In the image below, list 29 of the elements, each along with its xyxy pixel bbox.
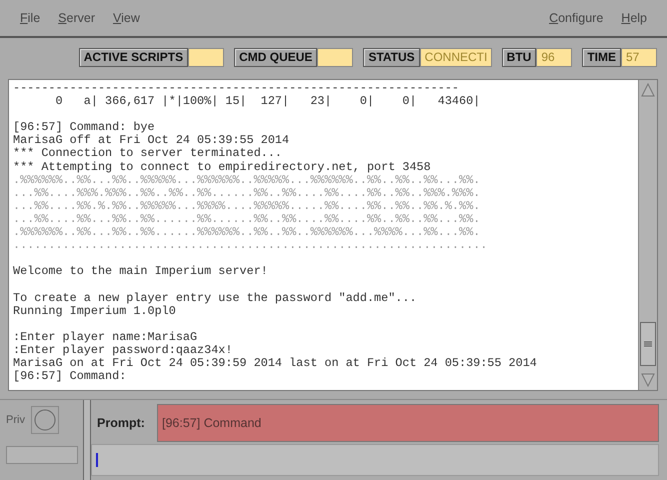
status-value: 96: [536, 48, 572, 66]
scroll-up-icon[interactable]: [640, 82, 656, 98]
status-value: CONNECTI: [420, 48, 492, 66]
status-value: [188, 48, 224, 66]
menu-item[interactable]: View: [110, 11, 142, 25]
prompt-label: Prompt:: [96, 415, 146, 432]
prompt-text: [96:57] Command: [157, 404, 659, 442]
status-value: 57: [621, 48, 657, 66]
command-input[interactable]: [91, 444, 659, 476]
status-value: [317, 48, 354, 66]
terminal-output: --------------------------------------------------------------- 0 a| 366,617 |*|100%| 15| 127| 23| 0| 0| 43460| [96:57] Command: bye MarisaG off at Fri Oct 24 05:39:55 2014 *** Connection to server terminated... *** Attempting to connect to empiredirectory.net, port 3458 .%%%%%%..%%...%%..%%%%%...%%%%%%..%%%%%...%%%%%%..%%..%%..%%...%%. ...%%....%%%.%%%..%%..%%..%%......%%..%%....%%....%%..%%..%%%.%%%. ...%%....%%.%.%%..%%%%%...%%%%....%%%%%.....%%....%%..%%..%%.%.%%. ...%%....%%...%%..%%......%%......%%..%%....%%....%%..%%..%%...%%. .%%%%%%..%%...%%..%%......%%%%%%..%%..%%..%%%%%%...%%%%...%%...%%. ................................................................... Welcome to the main Imperium server! To create a new player entry use the password "add.me"... Running Imperium 1.0pl0 :Enter player name:MarisaG :Enter player password:qaaz34x! MarisaG on at Fri Oct 24 05:39:59 2014 last on at Fri Oct 24 05:39:55 2014 [96:57] Command:: [9, 80, 638, 390]
priv-button[interactable]: [30, 406, 59, 434]
priv-label: Priv: [6, 414, 25, 426]
status-label: ACTIVE SCRIPTS: [78, 48, 188, 66]
status-label: STATUS: [363, 48, 420, 66]
text-caret: [96, 453, 98, 467]
menu-item[interactable]: Server: [56, 11, 97, 25]
menu-item[interactable]: Help: [619, 11, 649, 25]
status-label: CMD QUEUE: [234, 48, 318, 66]
blank-field: [6, 446, 78, 464]
status-label: BTU: [502, 48, 536, 66]
splitter-handle[interactable]: [83, 400, 91, 480]
scroll-down-icon[interactable]: [640, 372, 656, 388]
status-label: TIME: [582, 48, 621, 66]
scroll-thumb[interactable]: [640, 322, 656, 366]
menu-item[interactable]: Configure: [547, 11, 606, 25]
circle-icon: [32, 408, 57, 432]
menu-item[interactable]: File: [18, 11, 42, 25]
scrollbar[interactable]: [638, 80, 657, 390]
